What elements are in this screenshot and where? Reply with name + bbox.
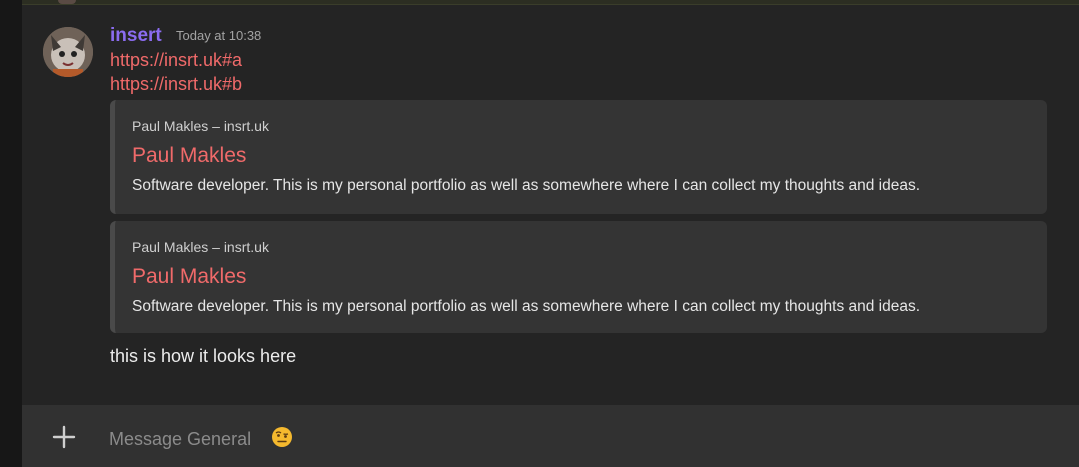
link-embed: Paul Makles – insrt.uk Paul Makles Softw…: [110, 221, 1047, 333]
plus-icon: [52, 425, 76, 449]
link-embed: Paul Makles – insrt.uk Paul Makles Softw…: [110, 100, 1047, 214]
username[interactable]: insert: [110, 25, 162, 47]
message-input[interactable]: [107, 424, 811, 454]
previous-message-strip: [22, 0, 1079, 5]
embed-site-name: Paul Makles – insrt.uk: [132, 118, 269, 134]
raised-eyebrow-emoji-icon[interactable]: [271, 426, 293, 448]
message-text: this is how it looks here: [110, 346, 297, 366]
previous-avatar-clip: [58, 0, 76, 4]
embed-title-link[interactable]: Paul Makles: [132, 265, 246, 289]
avatar-image-icon: [43, 27, 93, 77]
avatar[interactable]: [43, 27, 93, 77]
embed-title-link[interactable]: Paul Makles: [132, 144, 246, 168]
embed-description: Software developer. This is my personal …: [132, 298, 921, 315]
add-attachment-button[interactable]: [50, 423, 78, 451]
message-link[interactable]: https://insrt.uk#b: [110, 74, 242, 95]
server-rail: [0, 0, 22, 467]
timestamp: Today at 10:38: [176, 28, 262, 43]
embed-description: Software developer. This is my personal …: [132, 177, 921, 194]
message-link[interactable]: https://insrt.uk#a: [110, 50, 242, 71]
embed-site-name: Paul Makles – insrt.uk: [132, 239, 269, 255]
